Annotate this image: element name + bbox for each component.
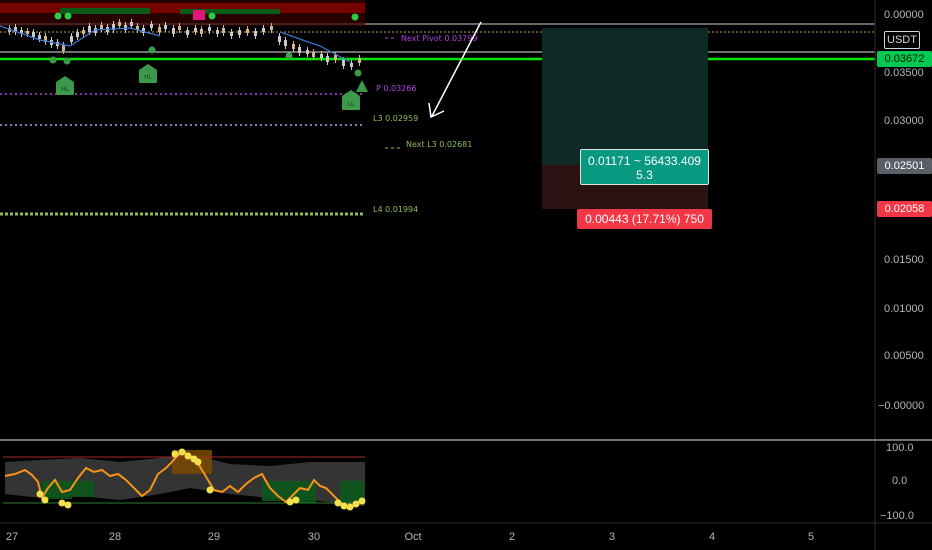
- oscillator-signal-dot: [340, 502, 348, 510]
- candle-body: [178, 26, 181, 30]
- candle-body: [216, 30, 219, 34]
- candle-body: [38, 35, 41, 39]
- trading-chart[interactable]: Next Pivot 0.03799 P 0.03266 L3 0.02959 …: [0, 0, 932, 550]
- oscillator-signal-dot: [334, 499, 342, 507]
- oscillator-signal-dot: [171, 450, 179, 458]
- candle-body: [222, 28, 225, 33]
- next-pivot-label: Next Pivot 0.03799: [401, 34, 477, 43]
- price-tick: 0.01000: [884, 303, 924, 315]
- svg-text:HL: HL: [61, 86, 70, 93]
- next-l3-label: Next L3 0.02681: [406, 140, 472, 149]
- oscillator-signal-dot: [184, 452, 192, 460]
- candle-body: [312, 52, 315, 57]
- stop-info-badge[interactable]: 0.00443 (17.71%) 750: [577, 209, 712, 229]
- price-tick: −0.00000: [878, 400, 924, 412]
- candle-body: [238, 30, 241, 35]
- candle-body: [230, 32, 233, 36]
- candle-body: [208, 27, 211, 31]
- target-info-line1: 0.01171 ~ 56433.409: [588, 154, 701, 168]
- target-zone: [542, 28, 708, 165]
- oscillator-signal-dot: [58, 499, 66, 507]
- time-tick: 28: [109, 531, 121, 543]
- candle-body: [306, 50, 309, 54]
- oscillator-signal-dot: [286, 498, 294, 506]
- price-tick: 0.03500: [884, 67, 924, 79]
- candle-body: [62, 45, 65, 51]
- oscillator-signal-dot: [41, 496, 49, 504]
- time-tick: 30: [308, 531, 320, 543]
- candle-body: [32, 32, 35, 37]
- time-tick: 5: [808, 531, 814, 543]
- time-tick: 4: [709, 531, 715, 543]
- price-tick: 0.00000: [884, 9, 924, 21]
- candle-body: [284, 40, 287, 46]
- oscillator-zone-box: [262, 481, 290, 501]
- candle-body: [186, 30, 189, 35]
- candle-body: [320, 54, 323, 58]
- oscillator-tick: −100.0: [880, 510, 914, 522]
- target-price-tag: 0.02501: [877, 158, 932, 174]
- oscillator-signal-dot: [178, 448, 186, 456]
- candle-body: [100, 25, 103, 29]
- candle-body: [194, 28, 197, 32]
- oscillator-signal-dot: [346, 503, 354, 511]
- time-tick: 2: [509, 531, 515, 543]
- current-price-tag: 0.03672: [877, 51, 932, 67]
- candle-body: [270, 26, 273, 30]
- l4-label: L4 0.01994: [373, 205, 418, 214]
- candle-body: [358, 58, 361, 63]
- price-tick: 0.03000: [884, 115, 924, 127]
- candle-body: [76, 32, 79, 37]
- time-tick: Oct: [404, 531, 421, 543]
- price-tick: 0.00500: [884, 350, 924, 362]
- candle-body: [246, 29, 249, 33]
- candle-body: [278, 36, 281, 42]
- candle-body: [326, 56, 329, 62]
- svg-text:LL: LL: [348, 101, 355, 108]
- candle-body: [334, 55, 337, 60]
- stop-price-tag: 0.02058: [877, 201, 932, 217]
- target-info-badge[interactable]: 0.01171 ~ 56433.409 5.3: [580, 149, 709, 185]
- oscillator-signal-dot: [292, 496, 300, 504]
- candle-body: [164, 25, 167, 29]
- candle-body: [254, 31, 257, 36]
- oscillator-signal-dot: [358, 497, 366, 505]
- candle-body: [118, 22, 121, 26]
- candle-body: [200, 29, 203, 34]
- usdt-currency-button[interactable]: USDT: [884, 31, 920, 49]
- time-tick: 29: [208, 531, 220, 543]
- candle-body: [88, 26, 91, 32]
- candle-body: [298, 47, 301, 53]
- oscillator-signal-dot: [206, 486, 214, 494]
- price-tick: 0.01500: [884, 254, 924, 266]
- oscillator-signal-dot: [352, 500, 360, 508]
- candle-body: [124, 25, 127, 30]
- candle-body: [262, 28, 265, 32]
- svg-text:HL: HL: [144, 74, 153, 81]
- candle-body: [70, 36, 73, 42]
- oscillator-signal-dot: [64, 501, 72, 509]
- pivot-p-label: P 0.03266: [376, 84, 416, 93]
- oscillator-signal-dot: [36, 490, 44, 498]
- candle-body: [292, 44, 295, 49]
- oscillator-tick: 0.0: [892, 475, 907, 487]
- candle-body: [172, 28, 175, 34]
- l3-label: L3 0.02959: [373, 114, 418, 123]
- target-info-line2: 5.3: [636, 168, 653, 182]
- oscillator-tick: 100.0: [886, 442, 914, 454]
- candle-body: [150, 24, 153, 28]
- candle-body: [158, 27, 161, 32]
- candle-body: [82, 30, 85, 34]
- candle-body: [130, 22, 133, 26]
- candle-body: [342, 60, 345, 66]
- time-tick: 27: [6, 531, 18, 543]
- candle-body: [350, 63, 353, 67]
- time-tick: 3: [609, 531, 615, 543]
- oscillator-signal-dot: [194, 458, 202, 466]
- candle-body: [26, 31, 29, 34]
